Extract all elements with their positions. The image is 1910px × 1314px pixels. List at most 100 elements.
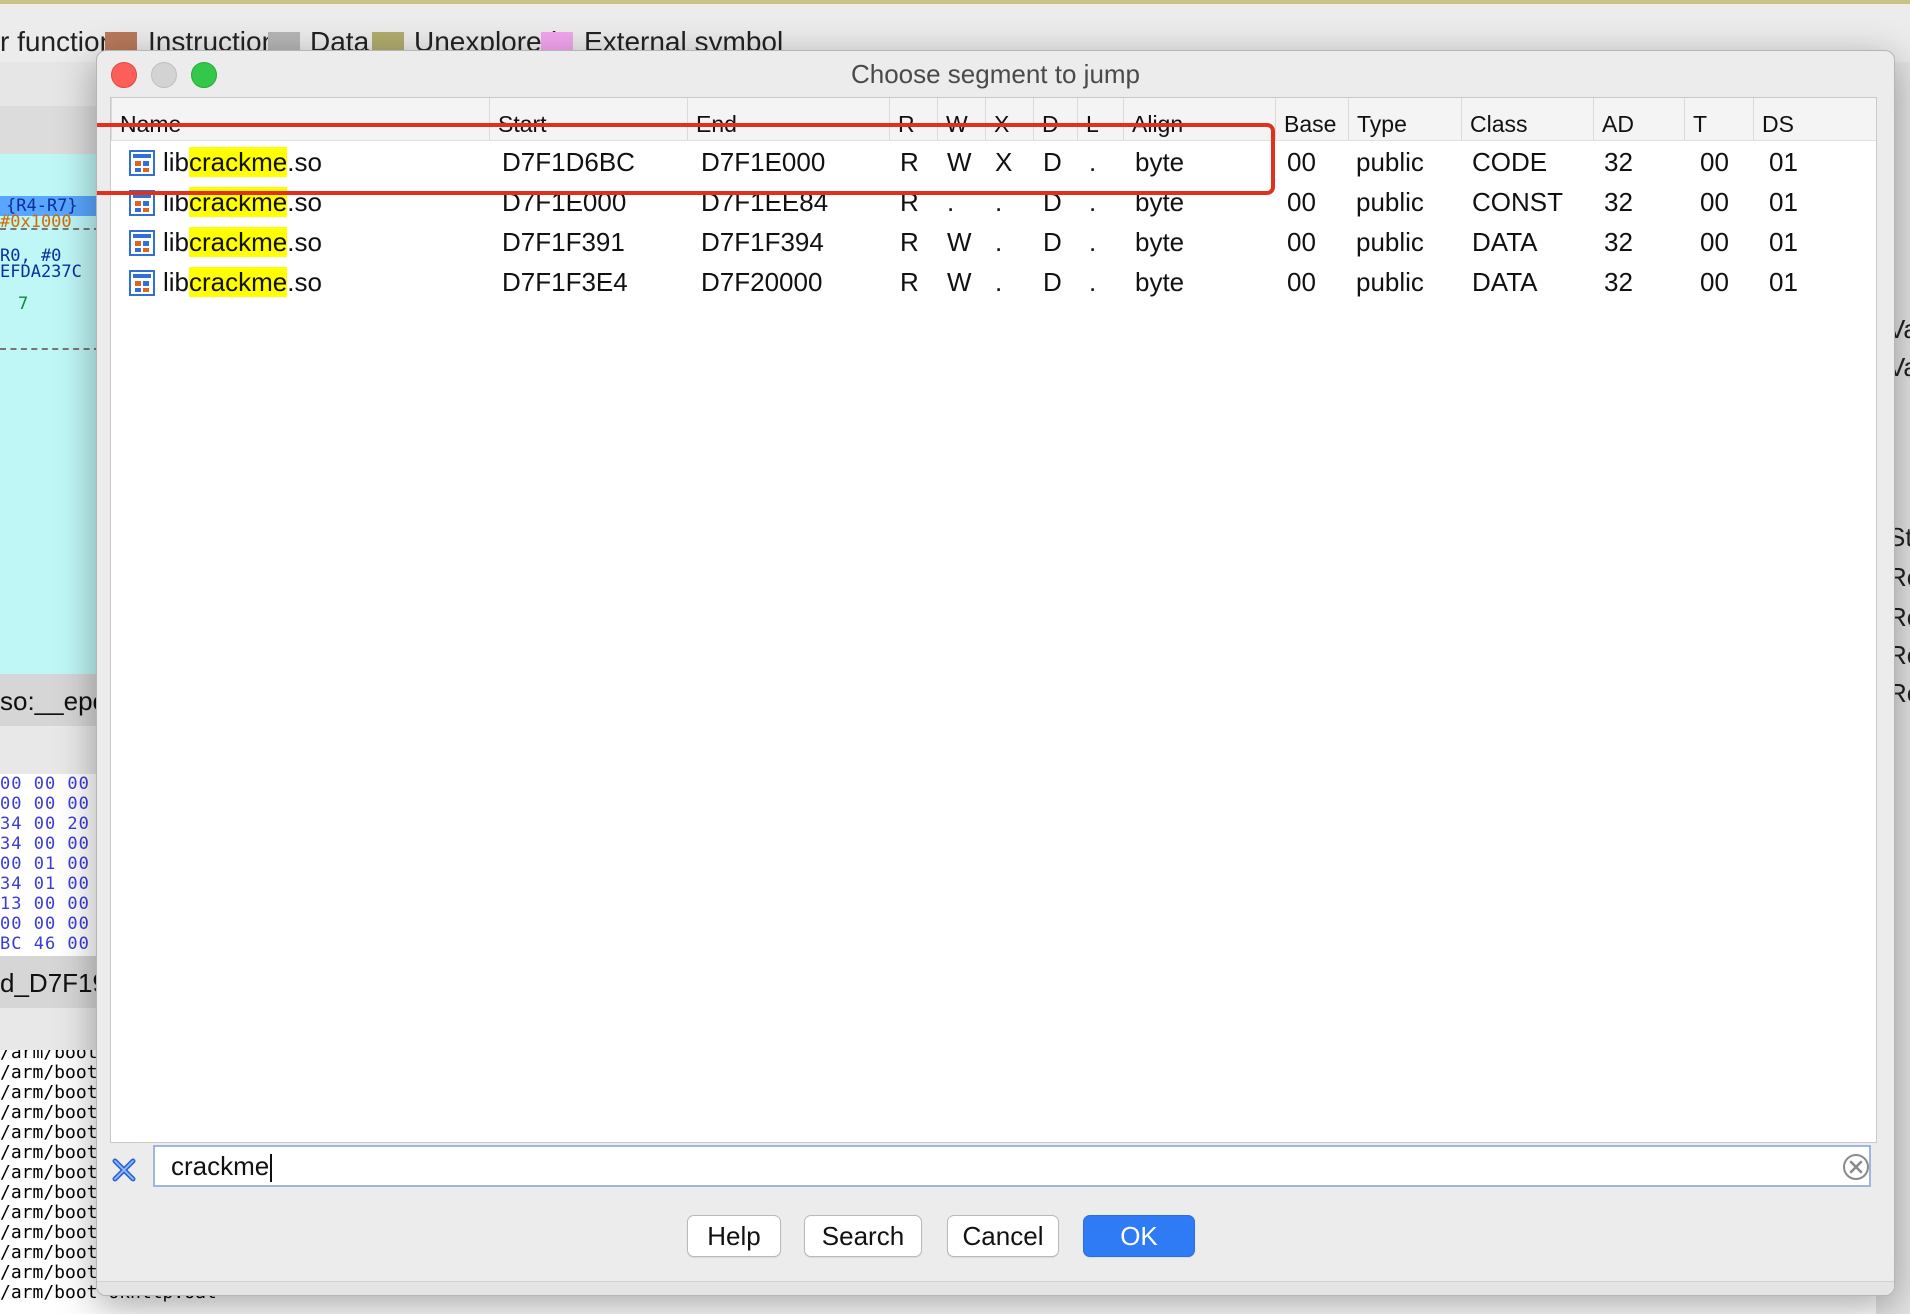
hex-row: BC 46 00 — [0, 934, 90, 954]
clear-icon[interactable] — [1842, 1153, 1870, 1181]
function-name-text: so:__epo — [0, 686, 100, 716]
cancel-button[interactable]: Cancel — [947, 1215, 1059, 1257]
segment-end-cell: D7F1F394 — [701, 227, 824, 257]
segment-name-prefix: lib — [163, 227, 190, 257]
output-line: /arm/boot — [0, 1202, 98, 1223]
segment-d-cell: D — [1043, 227, 1062, 257]
code-line: 7 — [18, 294, 29, 314]
segment-start-cell: D7F1F3E4 — [502, 267, 628, 297]
filter-icon[interactable] — [111, 1157, 137, 1183]
column-header[interactable]: T — [1684, 98, 1753, 140]
segment-start-cell: D7F1D6BC — [502, 147, 635, 177]
column-header[interactable]: R — [889, 98, 937, 140]
output-line: /arm/boot — [0, 1142, 98, 1163]
segment-list-header: Name Start End R W X D L Align Base Type Class AD T DS — [111, 98, 1876, 141]
segment-start-cell: D7F1E000 — [502, 187, 627, 217]
column-header[interactable]: Start — [489, 98, 687, 140]
segment-l-cell: . — [1089, 227, 1097, 257]
segment-name: libcrackme.so — [163, 142, 322, 182]
segment-name-suffix: .so — [287, 187, 322, 217]
column-header[interactable]: Base — [1275, 98, 1348, 140]
dialog-title: Choose segment to jump — [850, 59, 1141, 89]
column-header[interactable]: DS — [1753, 98, 1831, 140]
column-header[interactable]: Name — [111, 98, 489, 140]
segment-base-cell: 00 — [1287, 187, 1316, 217]
function-name-bar: so:__epo — [0, 674, 100, 726]
output-line: /arm/boot — [0, 1182, 98, 1203]
segment-name-match: crackme — [189, 147, 288, 177]
table-row[interactable]: libcrackme.so D7F1F391 D7F1F394 R W. D. byte 00… — [111, 222, 1876, 262]
hex-view[interactable]: 00 00 00 00 00 00 34 00 20 34 00 00 00 01 00… — [0, 774, 100, 954]
hex-row: 13 00 00 — [0, 894, 90, 914]
output-line: /arm/boot — [0, 1222, 98, 1243]
hex-row: 00 00 00 — [0, 914, 90, 934]
segment-type-cell: public — [1356, 227, 1424, 257]
segment-name: libcrackme.so — [163, 222, 322, 262]
column-header[interactable]: Align — [1123, 98, 1275, 140]
segment-type-cell: public — [1356, 147, 1424, 177]
code-line: EFDA237C — [0, 262, 82, 282]
segment-name: libcrackme.so — [163, 182, 322, 222]
segment-d-cell: D — [1043, 147, 1062, 177]
segment-align-cell: byte — [1135, 267, 1185, 297]
segment-name-suffix: .so — [287, 267, 322, 297]
segment-align-cell: byte — [1135, 147, 1185, 177]
segment-d-cell: D — [1043, 187, 1062, 217]
column-header[interactable]: W — [937, 98, 985, 140]
segment-class-cell: DATA — [1472, 227, 1538, 257]
output-line: /arm/boot — [0, 1122, 98, 1143]
table-row[interactable]: libcrackme.so D7F1E000 D7F1EE84 R.. D. byte 00… — [111, 182, 1876, 222]
hex-row: 00 00 00 — [0, 774, 90, 794]
hex-row: 00 01 00 — [0, 854, 90, 874]
table-row[interactable]: libcrackme.so D7F1D6BC D7F1E000 R W X D. byte 00… — [111, 142, 1876, 182]
segment-x-cell: . — [995, 187, 1003, 217]
search-button[interactable]: Search — [804, 1215, 922, 1257]
segment-ds-cell: 01 — [1769, 227, 1798, 257]
segment-icon — [129, 230, 155, 256]
segment-t-cell: 00 — [1700, 187, 1729, 217]
segment-ad-cell: 32 — [1604, 187, 1633, 217]
segment-x-cell: . — [995, 227, 1003, 257]
segment-x-cell: . — [995, 267, 1003, 297]
segment-w-cell: W — [947, 267, 972, 297]
segment-name-suffix: .so — [287, 227, 322, 257]
column-header[interactable]: D — [1033, 98, 1077, 140]
segment-list[interactable]: Name Start End R W X D L Align Base Type Class AD T DS… — [110, 97, 1877, 1143]
output-line: /arm/boot — [0, 1242, 98, 1263]
background-tabbar — [0, 106, 100, 154]
segment-t-cell: 00 — [1700, 227, 1729, 257]
filter-input-value: crackme — [171, 1151, 270, 1181]
address-bar: d_D7F19 — [0, 956, 100, 1008]
segment-name-match: crackme — [189, 267, 288, 297]
segment-t-cell: 00 — [1700, 147, 1729, 177]
segment-end-cell: D7F1E000 — [701, 147, 826, 177]
dialog-bottom-strip — [97, 1281, 1894, 1295]
column-header[interactable]: Type — [1348, 98, 1461, 140]
disassembly-view[interactable]: {R4-R7} #0x1000 R0, #0 EFDA237C 7 — [0, 154, 100, 674]
column-header[interactable]: L — [1077, 98, 1123, 140]
table-row[interactable]: libcrackme.so D7F1F3E4 D7F20000 R W. D. byte 00… — [111, 262, 1876, 302]
help-button[interactable]: Help — [687, 1215, 781, 1257]
segment-type-cell: public — [1356, 187, 1424, 217]
segment-base-cell: 00 — [1287, 267, 1316, 297]
segment-name-prefix: lib — [163, 267, 190, 297]
segment-w-cell: W — [947, 147, 972, 177]
segment-ds-cell: 01 — [1769, 267, 1798, 297]
segment-r-cell: R — [900, 187, 919, 217]
column-header[interactable]: End — [687, 98, 889, 140]
segment-icon — [129, 270, 155, 296]
panel-separator — [0, 726, 100, 774]
segment-r-cell: R — [900, 267, 919, 297]
segment-class-cell: DATA — [1472, 267, 1538, 297]
segment-icon — [129, 150, 155, 176]
segment-base-cell: 00 — [1287, 147, 1316, 177]
segment-start-cell: D7F1F391 — [502, 227, 625, 257]
segment-ad-cell: 32 — [1604, 147, 1633, 177]
filter-input[interactable]: crackme — [153, 1145, 1871, 1187]
column-header[interactable]: AD — [1593, 98, 1684, 140]
segment-jump-dialog: Choose segment to jump Name Start End R W X D L… — [96, 50, 1895, 1296]
column-header[interactable]: Class — [1461, 98, 1593, 140]
ok-button[interactable]: OK — [1083, 1215, 1195, 1257]
code-line: #0x1000 — [0, 212, 72, 232]
column-header[interactable]: X — [985, 98, 1033, 140]
